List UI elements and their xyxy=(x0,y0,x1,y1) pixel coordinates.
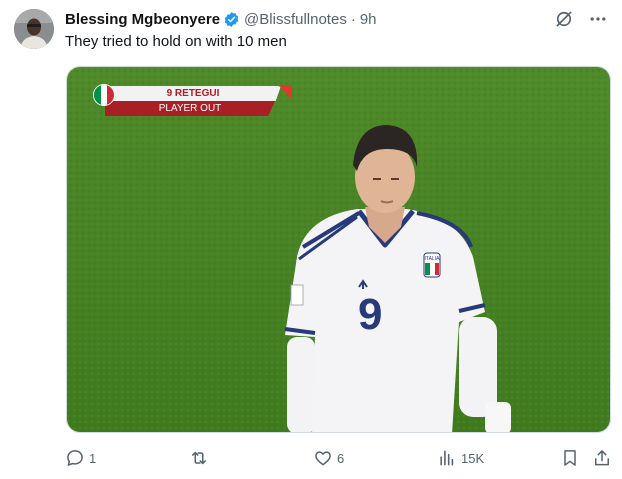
tweet-media[interactable]: 9 ITALIA 9 RETEGUI PLAYER OUT xyxy=(66,66,611,433)
player-name-label: 9 RETEGUI xyxy=(105,86,281,101)
avatar-image xyxy=(14,9,54,49)
tweet-time[interactable]: 9h xyxy=(360,11,377,28)
reply-count: 1 xyxy=(89,450,97,466)
like-button[interactable]: 6 xyxy=(313,448,344,468)
views-count: 15K xyxy=(461,450,485,466)
tweet-actions: 1 6 15K xyxy=(65,448,612,470)
jersey-number: 9 xyxy=(358,290,382,339)
tweet-text: They tried to hold on with 10 men xyxy=(65,33,287,50)
football-photo: 9 ITALIA xyxy=(67,67,610,432)
author-handle[interactable]: @Blissfullnotes xyxy=(244,11,347,28)
more-icon[interactable] xyxy=(588,9,608,29)
like-count: 6 xyxy=(337,450,345,466)
overlay-accent xyxy=(278,85,292,100)
grok-icon[interactable] xyxy=(554,9,574,29)
views-button[interactable]: 15K xyxy=(437,448,484,468)
repost-button[interactable] xyxy=(189,448,213,468)
italy-flag-icon xyxy=(93,84,115,106)
header-actions xyxy=(554,9,608,29)
share-button[interactable] xyxy=(592,448,612,468)
bookmark-button[interactable] xyxy=(560,448,580,468)
substitution-status: PLAYER OUT xyxy=(105,101,275,116)
like-icon xyxy=(313,448,333,468)
author-name[interactable]: Blessing Mgbeonyere xyxy=(65,11,220,28)
player-out-graphic: 9 RETEGUI PLAYER OUT xyxy=(93,84,293,120)
verified-badge-icon xyxy=(223,11,240,28)
tweet-header: Blessing Mgbeonyere @Blissfullnotes · 9h xyxy=(65,9,608,29)
crest-text: ITALIA xyxy=(425,256,441,262)
share-icon xyxy=(592,448,612,468)
repost-icon xyxy=(189,448,209,468)
bookmark-icon xyxy=(560,448,580,468)
views-icon xyxy=(437,448,457,468)
reply-icon xyxy=(65,448,85,468)
separator-dot: · xyxy=(350,10,356,28)
reply-button[interactable]: 1 xyxy=(65,448,96,468)
avatar[interactable] xyxy=(14,9,54,49)
